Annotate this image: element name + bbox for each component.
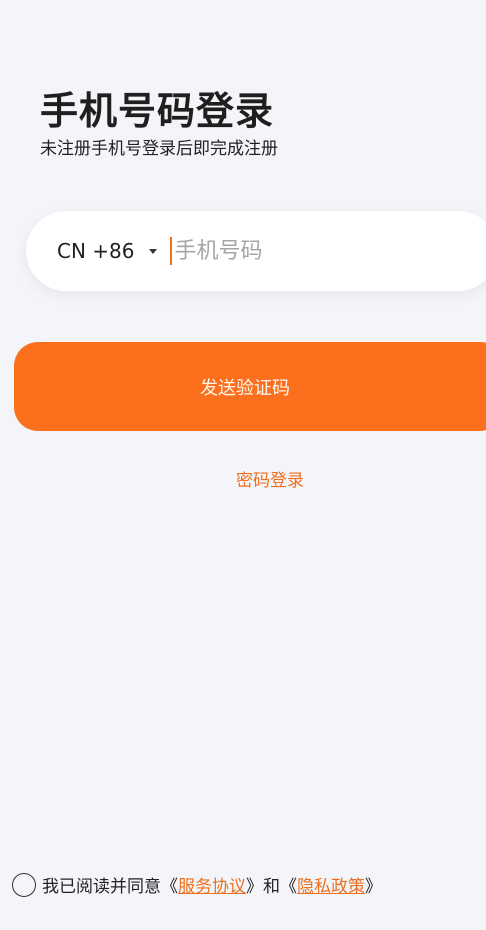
service-agreement-link[interactable]: 服务协议 [178, 872, 246, 897]
agreement-row: 我已阅读并同意 《 服务协议 》 和 《 隐私政策 》 [12, 872, 382, 897]
bracket-open: 《 [161, 877, 178, 897]
agree-radio-icon[interactable] [12, 872, 36, 897]
page-title: 手机号码登录 [40, 89, 275, 133]
page-subtitle: 未注册手机号登录后即完成注册 [40, 139, 278, 159]
privacy-policy-link[interactable]: 隐私政策 [297, 872, 365, 897]
password-login-link[interactable]: 密码登录 [0, 466, 486, 491]
caret-down-icon [148, 248, 157, 254]
bracket-close: 》 [246, 877, 263, 897]
phone-number-input[interactable] [174, 238, 425, 264]
country-code-selector[interactable]: CN +86 [57, 239, 157, 263]
phone-input-card: CN +86 [26, 211, 486, 291]
bracket-open: 《 [280, 877, 297, 897]
bracket-close: 》 [365, 877, 382, 897]
send-code-button[interactable]: 发送验证码 [14, 342, 486, 431]
agreement-and: 和 [263, 877, 280, 897]
text-cursor [169, 237, 172, 265]
agreement-prefix: 我已阅读并同意 [42, 877, 161, 897]
country-code-label: CN +86 [57, 239, 135, 263]
login-screen: 手机号码登录 未注册手机号登录后即完成注册 CN +86 发送验证码 密码登录 … [0, 0, 486, 930]
